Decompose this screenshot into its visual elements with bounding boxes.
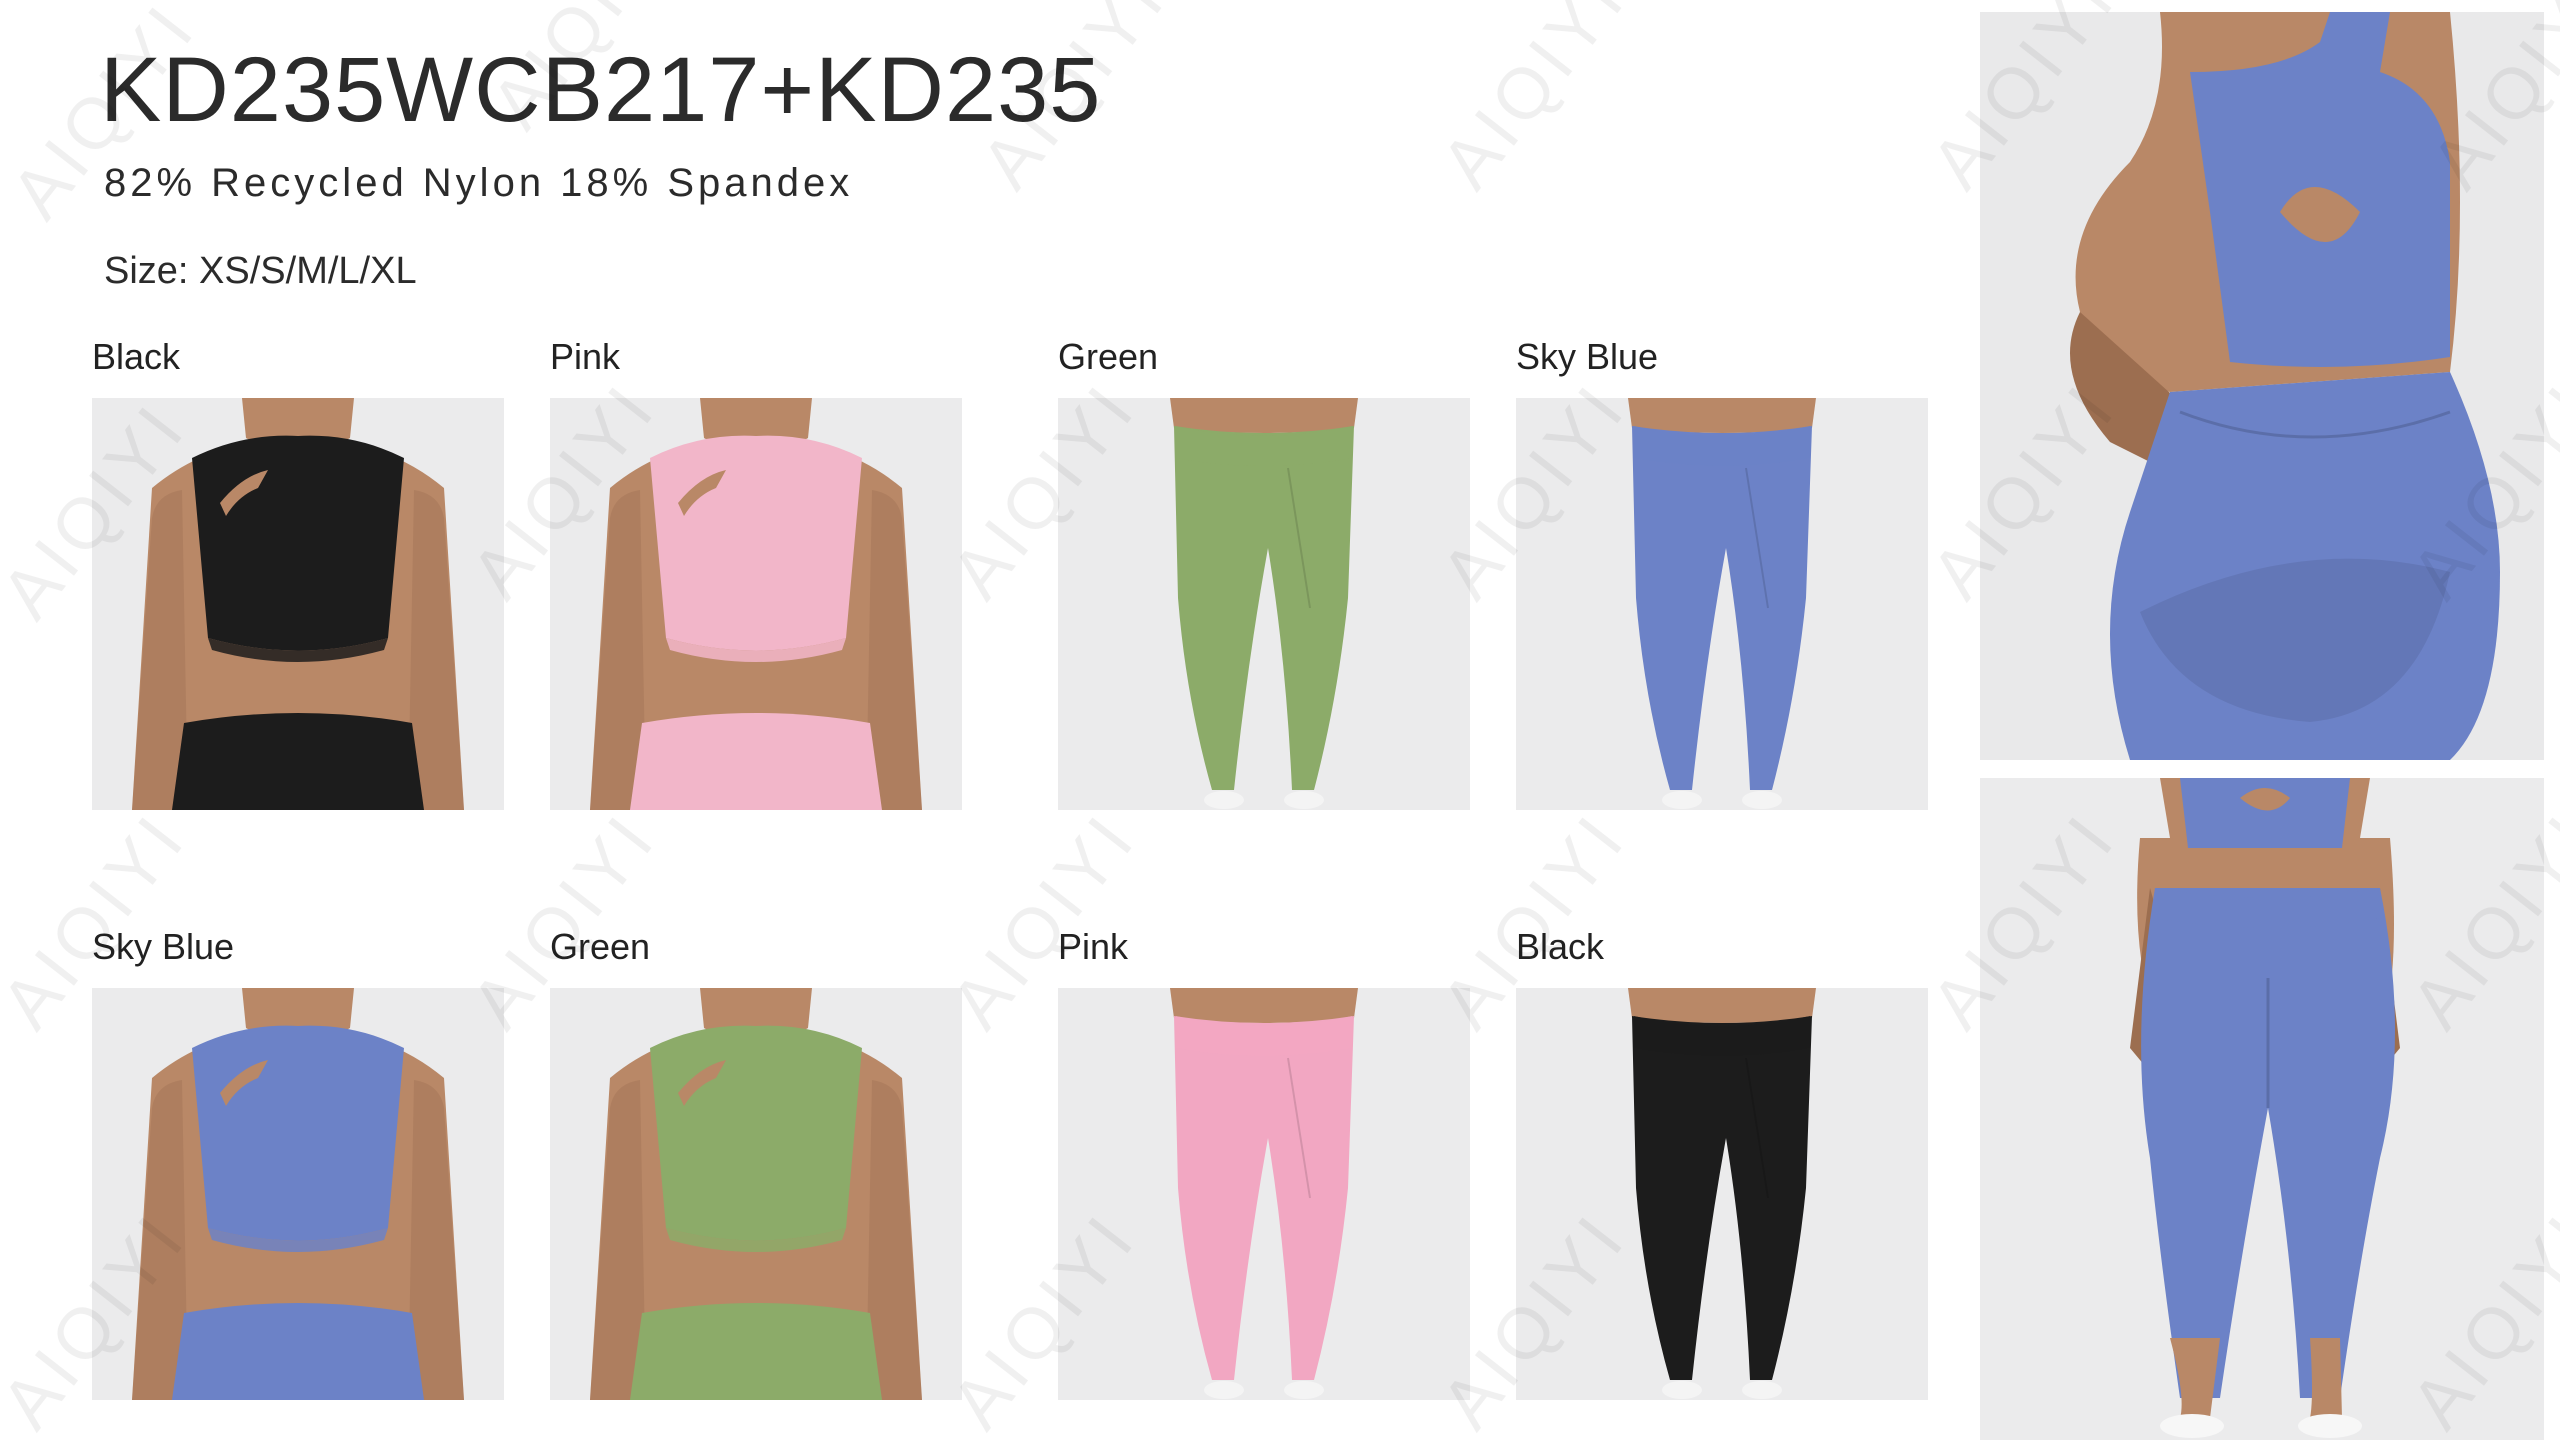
- swatch-label: Green: [550, 926, 651, 967]
- swatch-card-black-top: Black: [92, 336, 504, 810]
- product-photo: [92, 398, 504, 810]
- hero-photo-back-closeup: [1980, 12, 2544, 760]
- swatch-label: Green: [1058, 336, 1159, 377]
- product-photo: [1058, 398, 1470, 810]
- hero-photo-back-fullbody: [1980, 778, 2544, 1440]
- swatch-card-green-top: Green: [550, 926, 962, 1400]
- swatch-card-pink-leggings: Pink: [1058, 926, 1470, 1400]
- swatch-label: Pink: [550, 336, 621, 377]
- swatch-label: Sky Blue: [92, 926, 235, 967]
- product-photo: [1516, 988, 1928, 1400]
- swatch-label: Black: [92, 336, 181, 377]
- material-composition: 82% Recycled Nylon 18% Spandex: [104, 161, 854, 206]
- swatch-card-skyblue-top: Sky Blue: [92, 926, 504, 1400]
- product-photo: [550, 398, 962, 810]
- size-range: Size: XS/S/M/L/XL: [104, 250, 417, 293]
- product-photo: [550, 988, 962, 1400]
- watermark-text: AIQIYI: [1426, 0, 1642, 204]
- swatch-label: Sky Blue: [1516, 336, 1659, 377]
- product-title: KD235WCB217+KD235: [100, 39, 1102, 141]
- swatch-label: Black: [1516, 926, 1605, 967]
- swatch-card-pink-top: Pink: [550, 336, 962, 810]
- product-header: KD235WCB217+KD235 82% Recycled Nylon 18%…: [100, 39, 1102, 293]
- swatch-card-green-leggings: Green: [1058, 336, 1470, 810]
- swatch-card-skyblue-leggings: Sky Blue: [1516, 336, 1928, 810]
- swatch-label: Pink: [1058, 926, 1129, 967]
- swatch-card-black-leggings: Black: [1516, 926, 1928, 1400]
- product-photo: [1516, 398, 1928, 810]
- product-photo: [92, 988, 504, 1400]
- product-photo: [1058, 988, 1470, 1400]
